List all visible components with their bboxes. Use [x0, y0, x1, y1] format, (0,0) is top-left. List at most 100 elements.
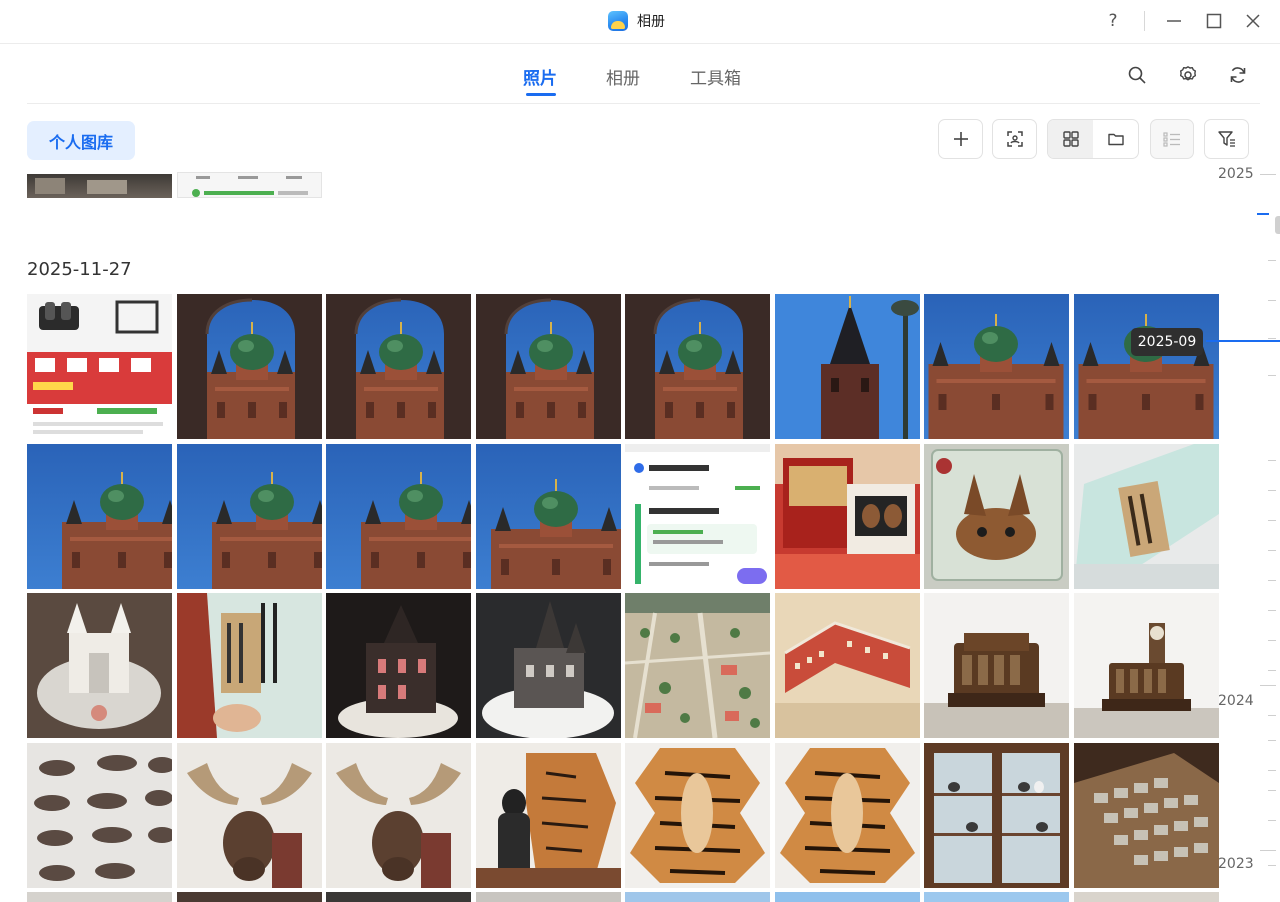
photo-thumbnail-moose-head[interactable] — [326, 742, 471, 888]
minimize-button[interactable] — [1161, 8, 1187, 34]
active-tab-indicator — [526, 93, 556, 96]
photo-thumbnail[interactable] — [1073, 892, 1219, 902]
timeline-tick — [1268, 740, 1276, 741]
help-icon[interactable]: ? — [1100, 8, 1126, 34]
timeline-tick — [1268, 550, 1276, 551]
photo-thumbnail[interactable] — [924, 892, 1069, 902]
timeline-tick — [1268, 460, 1276, 461]
photo-thumbnail-cash-register-clock[interactable] — [1073, 593, 1219, 738]
title-bar-separator — [1144, 11, 1145, 31]
tab-photos[interactable]: 照片 — [523, 64, 557, 89]
add-icon — [953, 132, 968, 146]
timeline-tick — [1268, 375, 1276, 376]
photo-thumbnail-church-model-white[interactable] — [475, 593, 621, 738]
photo-thumbnail-moose-head[interactable] — [176, 742, 322, 888]
list-view-button[interactable] — [1150, 119, 1194, 159]
folder-view-icon — [1107, 133, 1124, 146]
main-tabs: 照片 相册 工具箱 — [0, 44, 1280, 104]
timeline-tick — [1268, 520, 1276, 521]
photo-thumbnail[interactable] — [326, 892, 471, 902]
timeline-year-2025[interactable]: 2025 — [1218, 166, 1254, 182]
photo-thumbnail-cathedral-arch[interactable] — [176, 294, 322, 439]
photo-thumbnail-wall-skulls[interactable] — [27, 742, 172, 888]
photo-thumbnail[interactable] — [177, 172, 322, 198]
photo-thumbnail[interactable] — [475, 892, 621, 902]
timeline-current-marker — [1257, 213, 1269, 215]
timeline-tick — [1268, 300, 1276, 301]
timeline-tick — [1260, 850, 1276, 851]
photo-thumbnail-souvenir-box[interactable] — [774, 443, 920, 589]
photos-app-logo-icon — [608, 11, 628, 31]
photo-thumbnail-building-model[interactable] — [774, 593, 920, 738]
close-button[interactable] — [1240, 8, 1266, 34]
photo-thumbnail-cathedral-domes[interactable] — [326, 443, 471, 589]
timeline-year-2024[interactable]: 2024 — [1218, 693, 1254, 709]
photo-thumbnail[interactable] — [625, 892, 770, 902]
photo-thumbnail-city-model[interactable] — [625, 593, 770, 738]
photo-thumbnail-dark-spire[interactable] — [774, 294, 920, 439]
photo-thumbnail-product-listing[interactable] — [27, 294, 172, 439]
timeline-tick — [1268, 790, 1276, 791]
photo-thumbnail-cathedral-side[interactable] — [475, 443, 621, 589]
add-button[interactable] — [938, 119, 983, 159]
photo-thumbnail-specimen-jar[interactable] — [924, 443, 1069, 589]
photo-thumbnail-cathedral-front[interactable] — [924, 294, 1069, 439]
search-button[interactable] — [1124, 62, 1150, 88]
tab-toolbox[interactable]: 工具箱 — [690, 64, 741, 89]
refresh-button[interactable] — [1225, 62, 1251, 88]
next-row-strip — [27, 892, 1219, 902]
settings-icon — [1180, 66, 1196, 81]
photo-thumbnail-cathedral-domes[interactable] — [176, 443, 322, 589]
personal-library-button[interactable]: 个人图库 — [27, 121, 135, 160]
timeline-tick — [1268, 865, 1276, 866]
section-date-header: 2025-11-27 — [27, 259, 132, 280]
scrollbar-thumb[interactable] — [1275, 216, 1280, 234]
photo-thumbnail[interactable] — [27, 892, 172, 902]
photo-thumbnail-map-route[interactable] — [625, 443, 770, 589]
timeline-tick — [1268, 490, 1276, 491]
timeline-tick — [1268, 640, 1276, 641]
tab-albums[interactable]: 相册 — [606, 64, 640, 89]
photo-thumbnail-cathedral-arch[interactable] — [475, 294, 621, 439]
photo-app-window: 相册 ? 照片 相册 工具箱 个人图库 2025-11-27 2025 2024… — [0, 0, 1280, 902]
timeline-hover-line — [1206, 340, 1280, 342]
title-bar: 相册 ? — [0, 0, 1280, 44]
timeline-tick — [1268, 820, 1276, 821]
maximize-icon — [1206, 13, 1222, 29]
photo-thumbnail-cathedral-arch[interactable] — [326, 294, 471, 439]
timeline-date-tooltip: 2025-09 — [1131, 328, 1203, 356]
photo-thumbnail-display-cabinet[interactable] — [924, 742, 1069, 888]
timeline-tick — [1268, 715, 1276, 716]
photo-thumbnail-glass-plaque[interactable] — [1073, 443, 1219, 589]
photo-thumbnail-tiger-skin[interactable] — [774, 742, 920, 888]
photo-thumbnail-tiger-skin[interactable] — [625, 742, 770, 888]
photo-thumbnail-specimen-drawers[interactable] — [1073, 742, 1219, 888]
timeline-year-2023[interactable]: 2023 — [1218, 856, 1254, 872]
photo-thumbnail-cathedral-domes[interactable] — [27, 443, 172, 589]
maximize-button[interactable] — [1201, 8, 1227, 34]
settings-button[interactable] — [1175, 62, 1201, 88]
photo-thumbnail-cathedral-front[interactable] — [1073, 294, 1219, 439]
refresh-icon — [1230, 67, 1246, 83]
photo-thumbnail-tiger-skin-person[interactable] — [475, 742, 621, 888]
timeline-tick — [1260, 174, 1276, 175]
timeline-tick — [1268, 610, 1276, 611]
grid-view-button[interactable] — [1048, 120, 1093, 158]
timeline-tick — [1268, 338, 1276, 339]
folder-view-button[interactable] — [1093, 120, 1138, 158]
photo-thumbnail-cash-register[interactable] — [924, 593, 1069, 738]
photo-grid — [27, 294, 1219, 888]
photo-thumbnail[interactable] — [774, 892, 920, 902]
search-icon — [1128, 66, 1146, 84]
timeline-scrubber[interactable]: 2025 2024 2023 — [1218, 160, 1280, 902]
photo-thumbnail[interactable] — [27, 174, 172, 198]
photo-thumbnail-church-model-glass[interactable] — [27, 593, 172, 738]
header-divider — [27, 103, 1260, 104]
previous-section-strip — [27, 172, 1227, 198]
photo-thumbnail-cathedral-arch[interactable] — [625, 294, 770, 439]
photo-thumbnail[interactable] — [176, 892, 322, 902]
filter-button[interactable] — [1204, 119, 1249, 159]
photo-thumbnail-church-model-dark[interactable] — [326, 593, 471, 738]
face-scan-button[interactable] — [992, 119, 1037, 159]
photo-thumbnail-glass-plaque-hand[interactable] — [176, 593, 322, 738]
